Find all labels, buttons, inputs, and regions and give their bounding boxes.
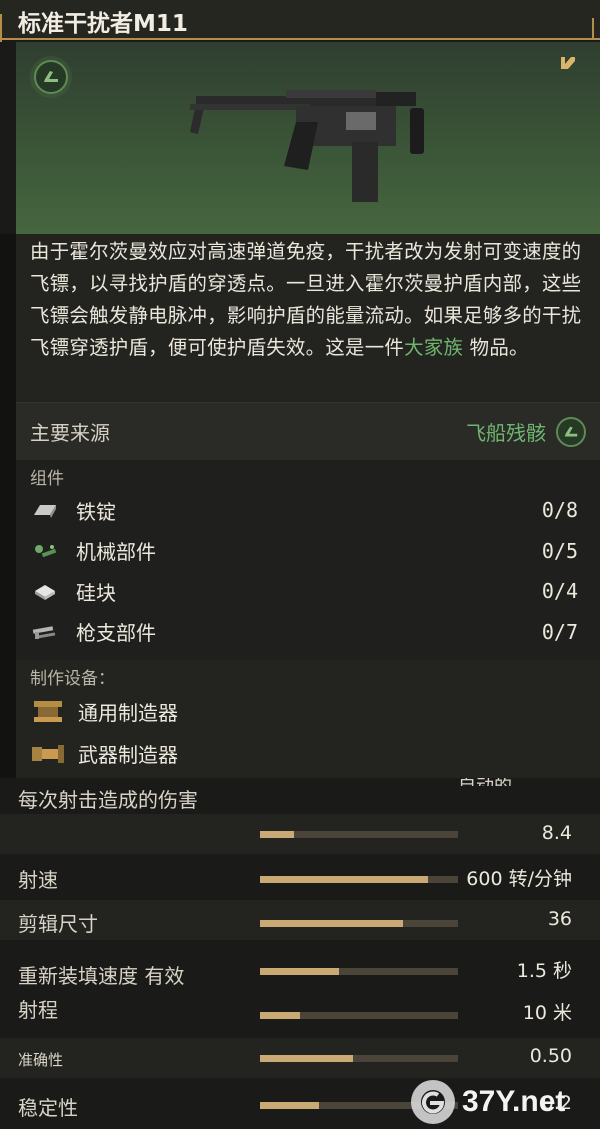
watermark-logo-icon <box>411 1080 455 1124</box>
stat-row-damage: 8.4 <box>0 814 600 854</box>
component-count: 0/7 <box>541 619 578 644</box>
stat-bar-fire-rate <box>260 876 458 883</box>
stat-row-range: 射程 10 米 <box>0 992 600 1032</box>
item-title: 标准干扰者M11 <box>18 11 188 37</box>
station-row: 武器制造器 <box>30 732 586 774</box>
stat-value-reload: 1.5 秒 <box>516 960 572 982</box>
stat-row-fire-rate: 射速 600 转/分钟 <box>0 856 600 896</box>
stat-label-clip-size: 剪辑尺寸 <box>18 912 98 936</box>
iron-ingot-icon <box>30 498 60 522</box>
component-name: 机械部件 <box>76 540 156 565</box>
silicon-block-icon <box>30 579 60 603</box>
title-frame-corner-right <box>586 18 594 40</box>
stat-label-range: 射程 <box>18 998 58 1022</box>
rarity-badge-icon <box>34 60 68 94</box>
stat-bar-damage <box>260 831 458 838</box>
watermark-text: 37Y.net <box>462 1085 566 1118</box>
station-name: 通用制造器 <box>78 700 178 725</box>
stat-bar-range <box>260 1012 458 1019</box>
primary-source-row: 主要来源 飞船残骸 <box>16 402 600 460</box>
stat-label-reload: 重新装填速度 有效 <box>18 964 185 988</box>
component-count: 0/5 <box>541 538 578 563</box>
stat-row-accuracy: 准确性 0.50 <box>0 1038 600 1078</box>
stat-value-fire-rate: 600 转/分钟 <box>466 868 572 890</box>
mechanical-parts-icon <box>30 539 60 563</box>
component-row: 枪支部件 0/7 <box>30 612 586 653</box>
stat-value-clip-size: 36 <box>547 908 572 930</box>
components-section: 组件 铁锭 0/8 机械部件 0/5 硅块 0/4 枪支部件 0/7 <box>16 460 600 660</box>
crafting-stations-section: 制作设备： 通用制造器 武器制造器 <box>16 660 600 778</box>
component-name: 铁锭 <box>76 499 116 524</box>
stat-label-accuracy: 准确性 <box>18 1051 64 1069</box>
stat-bar-reload <box>260 968 458 975</box>
item-description: 由于霍尔茨曼效应对高速弹道免疫，干扰者改为发射可变速度的飞镖，以寻找护盾的穿透点… <box>16 234 600 402</box>
faction-link[interactable]: 大家族 <box>404 336 463 359</box>
faction-tag-icon <box>561 57 575 69</box>
weapon-fabricator-icon <box>32 745 64 763</box>
stat-bar-clip-size <box>260 920 458 927</box>
stat-label-stability: 稳定性 <box>18 1096 78 1120</box>
description-text-end: 物品。 <box>463 336 529 359</box>
component-name: 硅块 <box>76 580 116 605</box>
component-count: 0/4 <box>541 579 578 604</box>
component-row: 机械部件 0/5 <box>30 531 586 572</box>
weapon-image <box>190 90 424 202</box>
site-watermark: 37Y.net <box>408 1076 598 1128</box>
title-frame-corner <box>0 14 14 42</box>
station-name: 武器制造器 <box>78 742 178 767</box>
source-rarity-icon <box>556 416 586 447</box>
item-title-bar: 标准干扰者M11 <box>0 0 600 42</box>
source-label: 主要来源 <box>30 421 110 445</box>
component-name: 枪支部件 <box>76 621 156 646</box>
stat-value-damage: 8.4 <box>541 822 572 844</box>
background-panel-edge <box>0 234 16 778</box>
components-title: 组件 <box>30 469 64 489</box>
gun-parts-icon <box>30 620 60 644</box>
source-value: 飞船残骸 <box>466 421 546 445</box>
component-count: 0/8 <box>541 498 578 523</box>
stat-label-fire-rate: 射速 <box>18 868 58 892</box>
stat-value-accuracy: 0.50 <box>529 1045 572 1067</box>
component-row: 硅块 0/4 <box>30 571 586 612</box>
stat-label-damage: 每次射击造成的伤害 <box>18 788 198 812</box>
stat-row-reload: 重新装填速度 有效 1.5 秒 <box>0 952 600 992</box>
stat-row-clip-size: 剪辑尺寸 36 <box>0 900 600 940</box>
stat-value-range: 10 米 <box>522 1002 572 1024</box>
stat-bar-accuracy <box>260 1055 458 1062</box>
item-preview <box>16 42 600 234</box>
item-tooltip: 标准干扰者M11 由于霍尔茨曼效应对高速弹道免疫，干扰者改为发射可变速度的飞镖，… <box>0 0 600 778</box>
component-row: 铁锭 0/8 <box>30 490 586 531</box>
fabricator-icon <box>34 701 62 722</box>
stat-row-damage-header: 每次射击造成的伤害 <box>0 778 600 818</box>
station-row: 通用制造器 <box>30 690 586 732</box>
stations-title: 制作设备： <box>30 669 115 689</box>
